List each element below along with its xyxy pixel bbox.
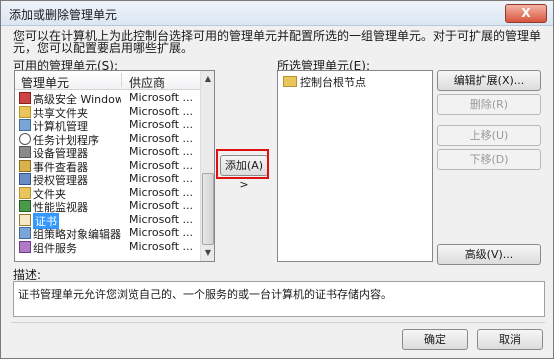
column-separator[interactable] bbox=[121, 73, 122, 87]
move-up-button[interactable]: 上移(U) bbox=[437, 125, 541, 146]
column-header-snapin[interactable]: 管理单元 bbox=[21, 74, 69, 91]
snapin-vendor: Microsoft ... bbox=[129, 118, 194, 131]
edit-extensions-button[interactable]: 编辑扩展(X)... bbox=[437, 70, 541, 91]
snapin-vendor: Microsoft ... bbox=[129, 158, 194, 172]
column-header-vendor[interactable]: 供应商 bbox=[129, 74, 165, 91]
clock-icon bbox=[19, 132, 31, 145]
list-item[interactable]: 文件夹 Microsoft ... bbox=[15, 185, 200, 201]
snapin-rows: 高级安全 Window... Microsoft ... 共享文件夹 Micro… bbox=[15, 91, 200, 255]
list-item[interactable]: 组策略对象编辑器 Microsoft ... bbox=[15, 226, 200, 241]
snapin-vendor: Microsoft ... bbox=[129, 185, 194, 199]
tree-item-label: 控制台根节点 bbox=[300, 76, 366, 89]
snapin-vendor: Microsoft ... bbox=[129, 199, 194, 212]
list-item[interactable]: 性能监视器 Microsoft ... bbox=[15, 199, 200, 214]
device-manager-icon bbox=[19, 146, 31, 158]
event-viewer-icon bbox=[19, 159, 31, 172]
group-policy-icon bbox=[19, 227, 31, 239]
add-remove-snapins-dialog: 添加或删除管理单元 X 您可以在计算机上为此控制台选择可用的管理单元并配置所选的… bbox=[0, 0, 554, 359]
snapin-vendor: Microsoft ... bbox=[129, 145, 194, 158]
tree-item-console-root[interactable]: 控制台根节点 bbox=[283, 74, 366, 90]
list-header: 管理单元 供应商 bbox=[15, 71, 200, 90]
list-item[interactable]: 任务计划程序 Microsoft ... bbox=[15, 131, 200, 147]
shared-folder-icon bbox=[19, 105, 31, 118]
selected-snapins-list[interactable]: 控制台根节点 bbox=[277, 70, 433, 262]
remove-button[interactable]: 删除(R) bbox=[437, 94, 541, 115]
snapin-vendor: Microsoft ... bbox=[129, 131, 194, 145]
list-item[interactable]: 事件查看器 Microsoft ... bbox=[15, 158, 200, 174]
highlight-box-add bbox=[216, 149, 269, 179]
snapin-vendor: Microsoft ... bbox=[129, 172, 194, 185]
advanced-button[interactable]: 高级(V)... bbox=[437, 244, 541, 265]
component-services-icon bbox=[19, 240, 31, 253]
computer-management-icon bbox=[19, 119, 31, 131]
list-item[interactable]: 授权管理器 Microsoft ... bbox=[15, 172, 200, 187]
snapin-vendor: Microsoft ... bbox=[129, 239, 194, 253]
intro-text: 您可以在计算机上为此控制台选择可用的管理单元并配置所选的一组管理单元。对于可扩展… bbox=[13, 29, 542, 55]
description-text: 证书管理单元允许您浏览自己的、一个服务的或一台计算机的证书存储内容。 bbox=[18, 288, 392, 301]
list-item[interactable]: 共享文件夹 Microsoft ... bbox=[15, 104, 200, 120]
folder-icon bbox=[19, 186, 31, 199]
firewall-icon bbox=[19, 92, 31, 104]
snapin-vendor: Microsoft ... bbox=[129, 104, 194, 118]
snapin-name: 组件服务 bbox=[33, 241, 77, 255]
list-item[interactable]: 计算机管理 Microsoft ... bbox=[15, 118, 200, 133]
snapin-vendor: Microsoft ... bbox=[129, 226, 194, 239]
list-item[interactable]: 设备管理器 Microsoft ... bbox=[15, 145, 200, 160]
move-down-button[interactable]: 下移(D) bbox=[437, 149, 541, 170]
scroll-thumb[interactable] bbox=[202, 173, 214, 245]
list-item[interactable]: 高级安全 Window... Microsoft ... bbox=[15, 91, 200, 106]
snapin-vendor: Microsoft ... bbox=[129, 91, 194, 104]
dialog-title: 添加或删除管理单元 bbox=[9, 8, 118, 22]
list-item-selected[interactable]: 证书 Microsoft ... bbox=[15, 212, 200, 229]
snapin-vendor: Microsoft ... bbox=[129, 212, 194, 226]
scroll-down-arrow-icon[interactable]: ▼ bbox=[202, 246, 214, 260]
list-item[interactable]: 组件服务 Microsoft ... bbox=[15, 239, 200, 255]
performance-icon bbox=[19, 200, 31, 212]
close-button[interactable]: X bbox=[505, 4, 547, 23]
vertical-scrollbar[interactable]: ▲ ▼ bbox=[200, 71, 214, 261]
ok-button[interactable]: 确定 bbox=[402, 329, 468, 350]
authorization-icon bbox=[19, 173, 31, 185]
description-box: 证书管理单元允许您浏览自己的、一个服务的或一台计算机的证书存储内容。 bbox=[13, 281, 545, 317]
available-snapins-list[interactable]: 管理单元 供应商 高级安全 Window... Microsoft ... 共享… bbox=[14, 70, 215, 262]
divider bbox=[11, 322, 545, 323]
certificate-icon bbox=[19, 213, 31, 226]
title-bar: 添加或删除管理单元 X bbox=[1, 1, 553, 26]
cancel-button[interactable]: 取消 bbox=[477, 329, 543, 350]
folder-icon bbox=[283, 76, 297, 87]
scroll-up-arrow-icon[interactable]: ▲ bbox=[202, 72, 214, 86]
